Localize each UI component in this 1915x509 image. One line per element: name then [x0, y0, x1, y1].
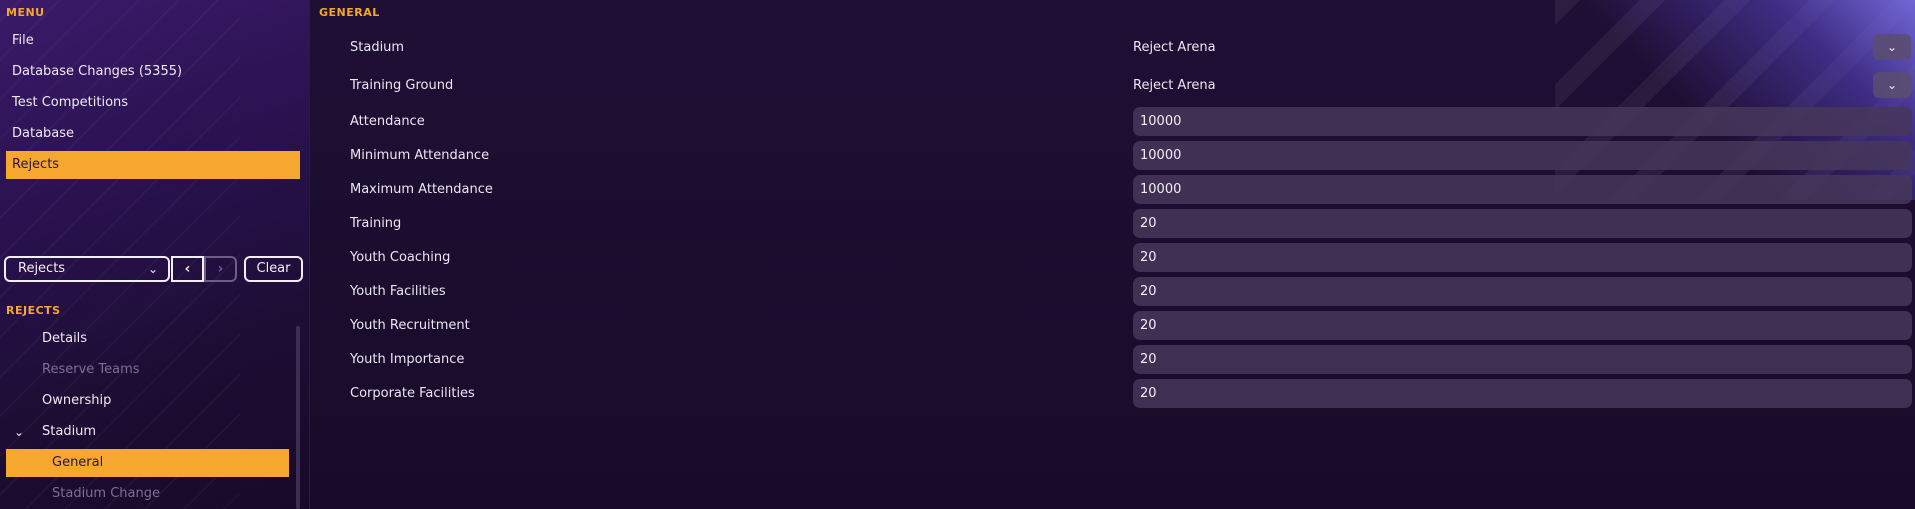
minimum-attendance-label: Minimum Attendance	[350, 148, 490, 163]
attendance-label: Attendance	[350, 114, 425, 129]
menu-item-database-changes[interactable]: Database Changes (5355)	[6, 58, 300, 86]
clear-button[interactable]: Clear	[244, 256, 303, 282]
general-title: GENERAL	[319, 6, 380, 19]
entity-dropdown[interactable]: Rejects ⌄	[4, 256, 170, 282]
chevron-down-icon: ⌄	[1886, 78, 1898, 92]
chevron-left-icon: ‹	[184, 261, 191, 277]
youth-importance-label: Youth Importance	[350, 352, 465, 367]
app-window: MENU File Database Changes (5355) Test C…	[0, 0, 1915, 509]
youth-recruitment-input[interactable]: 20	[1133, 311, 1912, 340]
tree-item-ownership[interactable]: Ownership	[6, 387, 289, 415]
youth-recruitment-label: Youth Recruitment	[350, 318, 470, 333]
maximum-attendance-input[interactable]: 10000	[1133, 175, 1912, 204]
tree-item-stadium[interactable]: ⌄ Stadium	[6, 418, 289, 446]
main-panel: GENERAL Stadium Reject Arena ⌄ Training …	[310, 0, 1915, 509]
stadium-value[interactable]: Reject Arena	[1133, 40, 1216, 55]
menu-item-database[interactable]: Database	[6, 120, 300, 148]
chevron-down-icon: ⌄	[1886, 40, 1898, 54]
tree-item-stadium-label: Stadium	[42, 424, 97, 439]
tree-item-details[interactable]: Details	[6, 325, 289, 353]
rejects-title: REJECTS	[6, 304, 61, 317]
tree-item-stadium-change: Stadium Change	[52, 486, 160, 501]
tree-item-general[interactable]: General	[6, 449, 289, 477]
back-button[interactable]: ‹	[171, 256, 204, 282]
training-ground-dropdown-button[interactable]: ⌄	[1873, 72, 1911, 98]
youth-facilities-label: Youth Facilities	[350, 284, 446, 299]
corporate-facilities-input[interactable]: 20	[1133, 379, 1912, 408]
forward-button[interactable]: ›	[204, 256, 237, 282]
sidebar-scrollbar[interactable]	[296, 326, 300, 509]
training-ground-label: Training Ground	[350, 78, 454, 93]
stadium-label: Stadium	[350, 40, 405, 55]
youth-coaching-label: Youth Coaching	[350, 250, 451, 265]
sidebar: MENU File Database Changes (5355) Test C…	[0, 0, 310, 509]
training-label: Training	[350, 216, 402, 231]
menu-item-file[interactable]: File	[6, 27, 300, 55]
entity-dropdown-value: Rejects	[18, 261, 66, 276]
menu-title: MENU	[6, 6, 45, 19]
tree-item-reserve-teams: Reserve Teams	[42, 362, 140, 377]
maximum-attendance-label: Maximum Attendance	[350, 182, 493, 197]
chevron-down-icon[interactable]: ⌄	[14, 418, 24, 446]
menu-item-rejects[interactable]: Rejects	[6, 151, 300, 179]
training-input[interactable]: 20	[1133, 209, 1912, 238]
training-ground-value[interactable]: Reject Arena	[1133, 78, 1216, 93]
minimum-attendance-input[interactable]: 10000	[1133, 141, 1912, 170]
stadium-dropdown-button[interactable]: ⌄	[1873, 34, 1911, 60]
chevron-down-icon: ⌄	[147, 262, 158, 276]
attendance-input[interactable]: 10000	[1133, 107, 1912, 136]
youth-coaching-input[interactable]: 20	[1133, 243, 1912, 272]
youth-importance-input[interactable]: 20	[1133, 345, 1912, 374]
chevron-right-icon: ›	[217, 261, 224, 277]
corporate-facilities-label: Corporate Facilities	[350, 386, 475, 401]
menu-item-test-competitions[interactable]: Test Competitions	[6, 89, 300, 117]
youth-facilities-input[interactable]: 20	[1133, 277, 1912, 306]
